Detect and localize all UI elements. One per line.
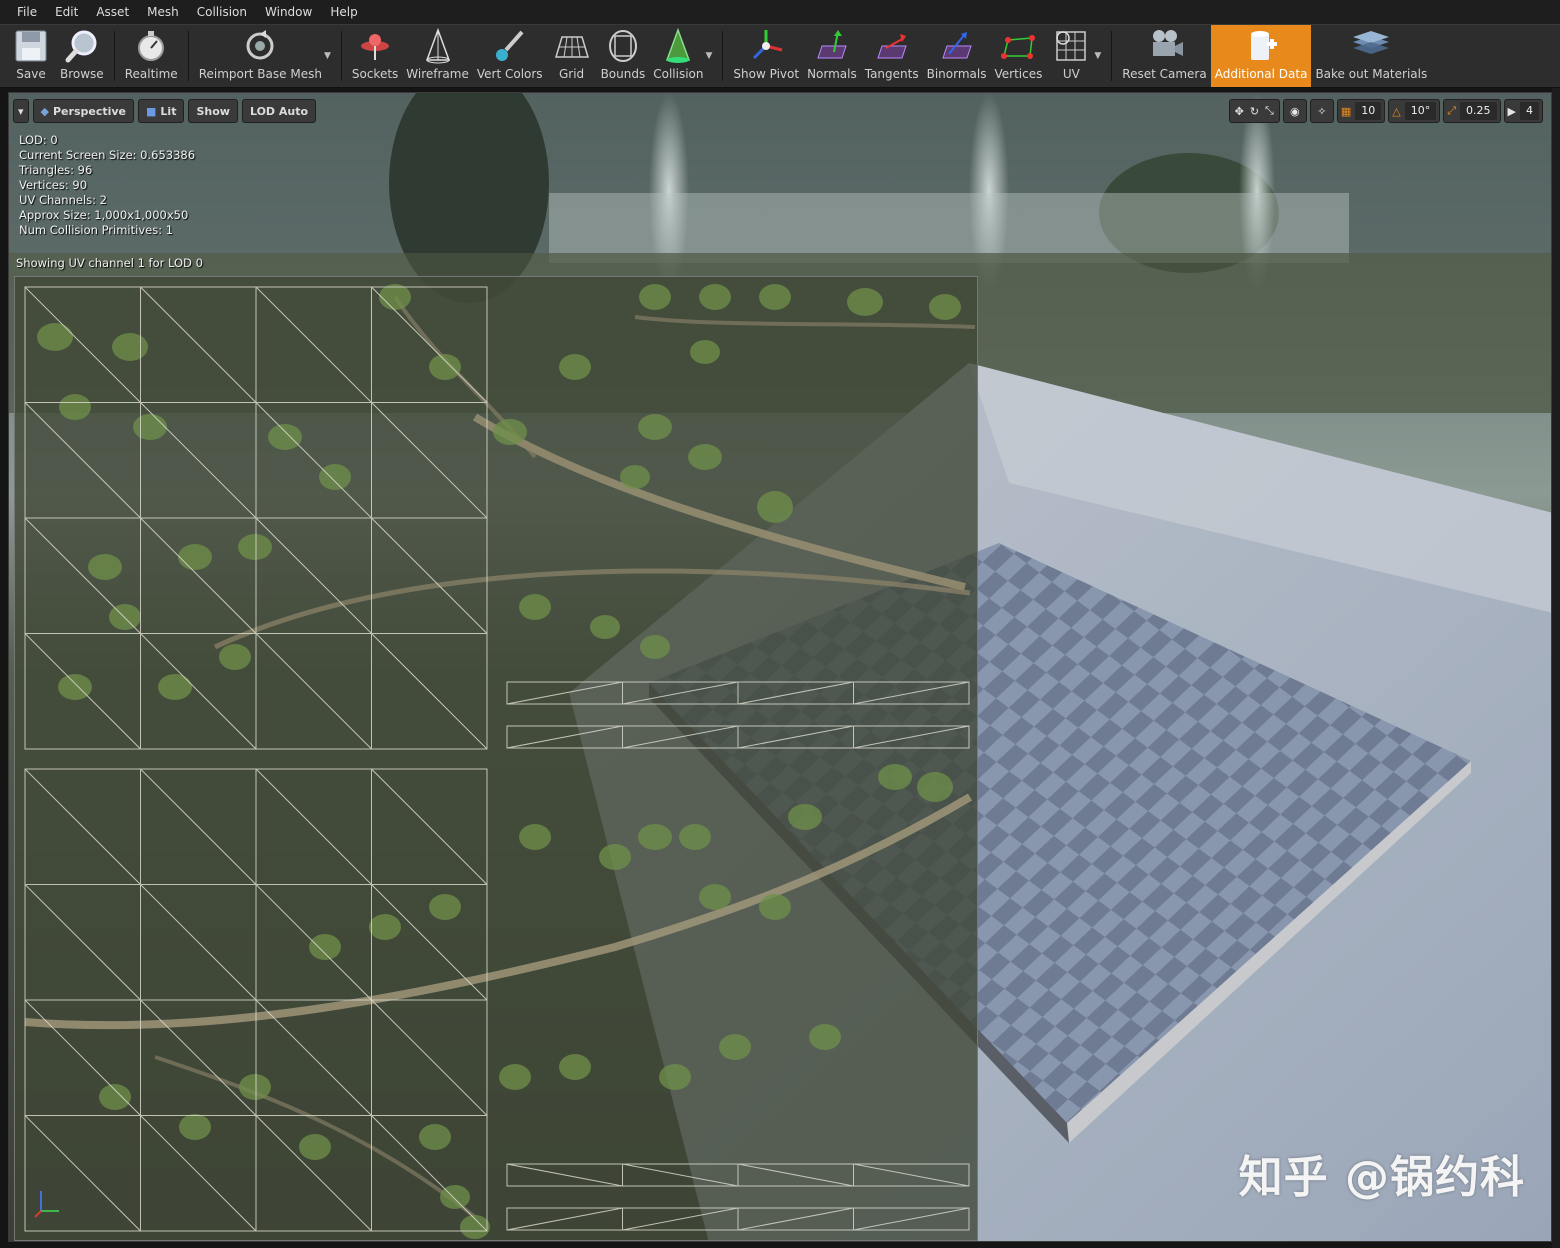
uv-icon [1051, 27, 1091, 65]
translate-icon[interactable]: ✥ [1235, 105, 1244, 118]
rotation-snap-control[interactable]: △ 10° [1388, 99, 1441, 123]
paintbrush-icon [490, 27, 530, 65]
stat-uv-channels: UV Channels: 2 [19, 193, 107, 207]
menu-bar: File Edit Asset Mesh Collision Window He… [0, 0, 1560, 24]
grid-snap-control[interactable]: ▦ 10 [1336, 99, 1386, 123]
viewport-options-button[interactable]: ▾ [13, 99, 29, 123]
uv-channel-message: Showing UV channel 1 for LOD 0 [16, 256, 203, 270]
stat-screen-size: Current Screen Size: 0.653386 [19, 148, 196, 162]
bounds-button[interactable]: Bounds [597, 25, 650, 87]
menu-file[interactable]: File [8, 0, 46, 24]
vertices-button[interactable]: Vertices [990, 25, 1046, 87]
viewport-toolbar: ▾ ◆ Perspective ■ Lit Show LOD Auto [13, 99, 317, 123]
wireframe-button[interactable]: Wireframe [402, 25, 473, 87]
rotate-icon[interactable]: ↻ [1250, 105, 1259, 118]
menu-window[interactable]: Window [256, 0, 321, 24]
collision-icon [658, 27, 698, 65]
binormals-button[interactable]: Binormals [923, 25, 991, 87]
menu-asset[interactable]: Asset [87, 0, 138, 24]
perspective-icon: ◆ [40, 104, 49, 118]
scale-snap-icon: ⤢ [1447, 104, 1457, 117]
menu-help[interactable]: Help [321, 0, 366, 24]
toolbar-divider [1111, 31, 1113, 81]
globe-icon: ◉ [1290, 104, 1300, 118]
binormals-icon [937, 27, 977, 65]
additional-data-icon [1241, 27, 1281, 65]
show-pivot-button[interactable]: Show Pivot [729, 25, 803, 87]
toolbar-divider [340, 31, 342, 81]
save-icon [11, 27, 51, 65]
grid-snap-icon: ▦ [1340, 104, 1352, 118]
sockets-button[interactable]: Sockets [348, 25, 402, 87]
stopwatch-icon [131, 27, 171, 65]
tangents-icon [872, 27, 912, 65]
vertices-icon [998, 27, 1038, 65]
stat-approx-size: Approx Size: 1,000x1,000x50 [19, 208, 189, 222]
show-button[interactable]: Show [188, 99, 238, 123]
uv-texture-overlay [15, 277, 977, 1240]
rotation-snap-icon: △ [1392, 104, 1401, 118]
vert-colors-button[interactable]: Vert Colors [473, 25, 547, 87]
perspective-button[interactable]: ◆ Perspective [32, 99, 135, 123]
save-button[interactable]: Save [6, 25, 56, 87]
surface-snap-toggle[interactable]: ✧ [1309, 99, 1334, 123]
stat-collision-prims: Num Collision Primitives: 1 [19, 223, 174, 237]
normals-icon [812, 27, 852, 65]
lod-button[interactable]: LOD Auto [241, 99, 317, 123]
camera-speed-icon: ▶ [1507, 104, 1516, 118]
scale-icon[interactable]: ⤡ [1265, 104, 1274, 118]
layers-icon [1351, 27, 1391, 65]
toolbar-divider [722, 31, 724, 81]
main-toolbar: Save Browse Realtime Reimport Base Mesh … [0, 24, 1560, 88]
chevron-down-icon: ▾ [18, 104, 24, 118]
world-local-toggle[interactable]: ◉ [1282, 99, 1307, 123]
camera-icon [1145, 27, 1185, 65]
realtime-button[interactable]: Realtime [121, 25, 182, 87]
menu-edit[interactable]: Edit [46, 0, 87, 24]
transform-mode-group: ✥ ↻ ⤡ [1228, 99, 1280, 123]
viewport[interactable]: ▾ ◆ Perspective ■ Lit Show LOD Auto ✥ ↻ … [8, 92, 1552, 1242]
transform-toolbar: ✥ ↻ ⤡ ◉ ✧ ▦ 10 △ 10° ⤢ 0.25 ▶ 4 [1228, 99, 1543, 123]
browse-button[interactable]: Browse [56, 25, 108, 87]
uv-button[interactable]: UV [1046, 25, 1096, 87]
cube-icon: ■ [146, 104, 157, 118]
tangents-button[interactable]: Tangents [861, 25, 923, 87]
bounds-icon [603, 27, 643, 65]
menu-mesh[interactable]: Mesh [138, 0, 188, 24]
reimport-button[interactable]: Reimport Base Mesh [195, 25, 326, 87]
surface-snap-icon: ✧ [1317, 104, 1327, 118]
reimport-icon [240, 27, 280, 65]
normals-button[interactable]: Normals [803, 25, 861, 87]
watermark-text: 知乎 @锅约科 [1238, 1152, 1525, 1203]
sockets-icon [355, 27, 395, 65]
axis-gizmo-icon [34, 1191, 59, 1218]
wireframe-icon [418, 27, 458, 65]
grid-icon [552, 27, 592, 65]
right-edge-panel [1552, 88, 1560, 1248]
menu-collision[interactable]: Collision [188, 0, 256, 24]
mesh-stats: LOD: 0 Current Screen Size: 0.653386 Tri… [19, 133, 195, 238]
stat-lod: LOD: 0 [19, 133, 58, 147]
grid-button[interactable]: Grid [547, 25, 597, 87]
stat-vertices: Vertices: 90 [19, 178, 88, 192]
toolbar-divider [113, 31, 115, 81]
toolbar-divider [187, 31, 189, 81]
scale-snap-control[interactable]: ⤢ 0.25 [1443, 99, 1501, 123]
magnifier-icon [62, 27, 102, 65]
additional-data-button[interactable]: Additional Data [1210, 25, 1312, 87]
collision-button[interactable]: Collision [649, 25, 707, 87]
pivot-icon [746, 27, 786, 65]
reset-camera-button[interactable]: Reset Camera [1118, 25, 1210, 87]
bake-out-materials-button[interactable]: Bake out Materials [1311, 25, 1431, 87]
camera-speed-control[interactable]: ▶ 4 [1503, 99, 1543, 123]
lit-button[interactable]: ■ Lit [138, 99, 185, 123]
stat-triangles: Triangles: 96 [19, 163, 93, 177]
uv-overlay-panel [14, 276, 978, 1241]
